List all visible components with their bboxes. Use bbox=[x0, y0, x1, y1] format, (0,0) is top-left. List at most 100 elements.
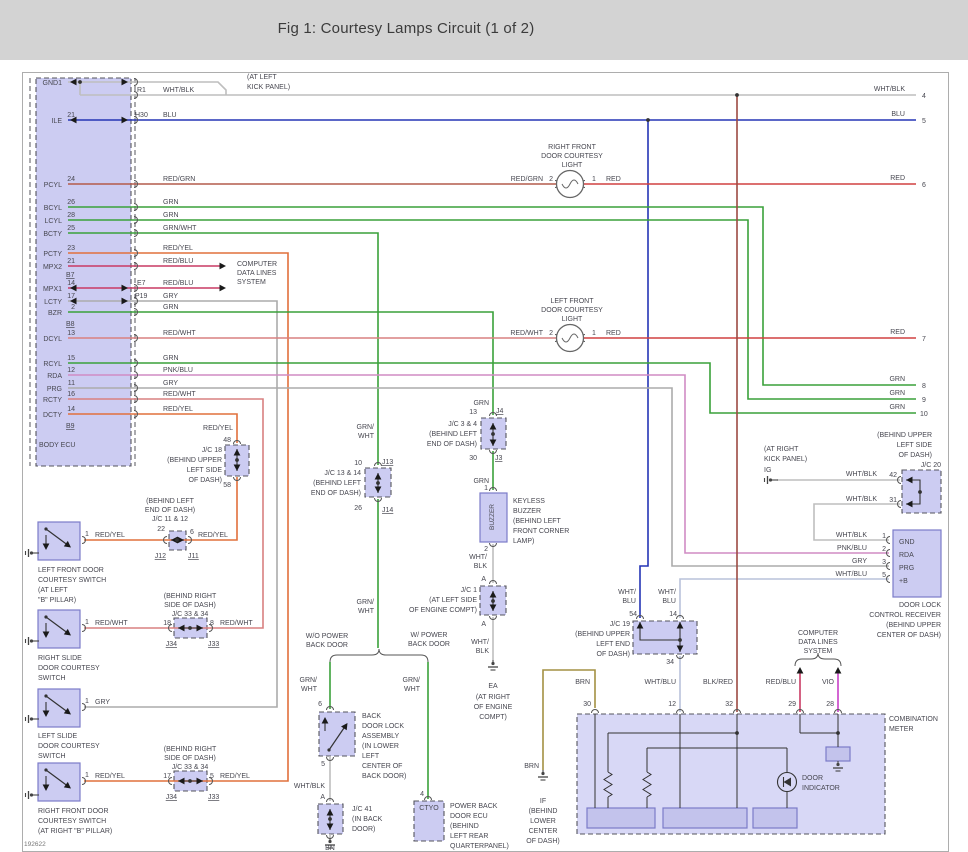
junction-dot bbox=[918, 490, 922, 494]
diagram-label: BLU bbox=[163, 112, 177, 119]
ground-meter-icon bbox=[836, 763, 839, 766]
ground-sw3-icon bbox=[30, 717, 33, 720]
diagram-label: FRONT CORNER bbox=[513, 528, 569, 535]
diagram-label: BCYL bbox=[44, 205, 62, 212]
diagram-label: DOOR LOCK bbox=[899, 602, 941, 609]
diagram-label: LCTY bbox=[44, 299, 62, 306]
diagram-label: 28 bbox=[67, 212, 75, 219]
diagram-label: "B" PILLAR) bbox=[38, 597, 76, 604]
diagram-label: CENTER OF bbox=[362, 763, 402, 770]
diagram-label: COMBINATION bbox=[889, 716, 938, 723]
diagram-label: RED/WHT bbox=[95, 620, 128, 627]
diagram-label: (BEHIND LEFT bbox=[429, 431, 478, 438]
diagram-label: 1 bbox=[882, 533, 886, 540]
diagram-label: J/C 13 & 14 bbox=[324, 470, 361, 477]
diagram-label: RIGHT SLIDE bbox=[38, 655, 82, 662]
ground-sw1-icon bbox=[30, 551, 33, 554]
diagram-label: WHT/BLK bbox=[874, 86, 905, 93]
diagram-label: DATA LINES bbox=[237, 270, 277, 277]
diagram-label: 5 bbox=[321, 761, 325, 768]
diagram-label: J14 bbox=[382, 507, 393, 514]
diagram-label: RED/YEL bbox=[95, 532, 125, 539]
screenshot-stage: Fig 1: Courtesy Lamps Circuit (1 of 2) G… bbox=[0, 0, 968, 852]
diagram-label: WHT/BLK bbox=[294, 783, 325, 790]
diagram-label: J/C 20 bbox=[921, 462, 941, 469]
diagram-label: GRY bbox=[95, 699, 110, 706]
diagram-label: GRY bbox=[163, 293, 178, 300]
diagram-label: 1 bbox=[85, 619, 89, 626]
diagram-label: P19 bbox=[135, 293, 148, 300]
diagram-label: 4 bbox=[420, 791, 424, 798]
diagram-label: (IN BACK bbox=[352, 816, 383, 823]
diagram-label: LEFT bbox=[362, 753, 380, 760]
diagram-label: LEFT FRONT bbox=[550, 298, 594, 305]
diagram-label: 14 bbox=[67, 406, 75, 413]
diagram-label: OF DASH) bbox=[526, 838, 559, 845]
diagram-label: 23 bbox=[67, 245, 75, 252]
diagram-label: 5 bbox=[922, 118, 926, 125]
diagram-label: 21 bbox=[67, 258, 75, 265]
meter-block-4-box bbox=[826, 747, 850, 761]
diagram-label: (IN LOWER bbox=[362, 743, 399, 750]
diagram-label: LEFT SIDE bbox=[897, 442, 933, 449]
diagram-label: DOOR COURTESY bbox=[541, 307, 603, 314]
diagram-label: OF DASH) bbox=[899, 452, 932, 459]
diagram-label: ASSEMBLY bbox=[362, 733, 400, 740]
diagram-label: COURTESY SWITCH bbox=[38, 818, 106, 825]
diagram-label: 32 bbox=[725, 701, 733, 708]
diagram-label: WHT/BLK bbox=[846, 471, 877, 478]
diagram-label: 14 bbox=[669, 611, 677, 618]
diagram-label: GRN bbox=[163, 355, 179, 362]
junction-dot bbox=[328, 817, 332, 821]
junction-dot bbox=[646, 118, 650, 122]
diagram-label: WHT/ bbox=[471, 639, 489, 646]
diagram-label: BUZZER bbox=[513, 508, 541, 515]
diagram-label: RED/BLU bbox=[163, 280, 193, 287]
diagram-label: POWER BACK bbox=[450, 803, 498, 810]
diagram-label: (AT LEFT bbox=[247, 74, 277, 81]
diagram-label: +B bbox=[899, 578, 908, 585]
diagram-label: 2 bbox=[549, 330, 553, 337]
ground-ig-icon bbox=[769, 478, 772, 481]
diagram-label: J4 bbox=[496, 408, 504, 415]
diagram-label: GRN bbox=[889, 390, 905, 397]
diagram-label: PCTY bbox=[43, 251, 62, 258]
diagram-label: DOOR COURTESY bbox=[38, 743, 100, 750]
diagram-label: GRN/ bbox=[403, 677, 421, 684]
diagram-label: 1 bbox=[85, 698, 89, 705]
diagram-label: (BEHIND bbox=[450, 823, 479, 830]
diagram-label: BACK DOOR) bbox=[362, 773, 406, 780]
diagram-label: GRN/ bbox=[357, 599, 375, 606]
diagram-label: (BEHIND LEFT bbox=[146, 498, 195, 505]
diagram-label: 30 bbox=[469, 455, 477, 462]
diagram-label: PRG bbox=[899, 565, 914, 572]
diagram-label: 18 bbox=[163, 620, 171, 627]
diagram-label: 14 bbox=[67, 280, 75, 287]
diagram-label: (BEHIND LEFT bbox=[313, 480, 362, 487]
diagram-label: OF ENGINE COMPT) bbox=[409, 607, 477, 614]
diagram-label: 1 bbox=[85, 531, 89, 538]
diagram-label: RDA bbox=[47, 373, 62, 380]
diagram-label: RED/YEL bbox=[163, 245, 193, 252]
diagram-label: 17 bbox=[67, 293, 75, 300]
diagram-label: (AT RIGHT bbox=[764, 446, 799, 453]
diagram-label: MPX2 bbox=[43, 264, 62, 271]
diagram-label: 42 bbox=[889, 472, 897, 479]
diagram-label: BLU bbox=[622, 598, 636, 605]
diagram-label: RED/BLU bbox=[766, 679, 796, 686]
diagram-label: RED/YEL bbox=[163, 406, 193, 413]
diagram-label: RDA bbox=[899, 552, 914, 559]
diagram-label: WHT/ bbox=[469, 554, 487, 561]
diagram-label: LIGHT bbox=[562, 162, 583, 169]
diagram-label: LEFT REAR bbox=[450, 833, 488, 840]
diagram-label: J/C 1 bbox=[461, 587, 477, 594]
ground-bn-icon bbox=[328, 840, 331, 843]
diagram-label: BLU bbox=[662, 598, 676, 605]
diagram-label: RED/GRN bbox=[511, 176, 543, 183]
diagram-label: DOOR) bbox=[352, 826, 375, 833]
diagram-label: BRN bbox=[575, 679, 590, 686]
diagram-label: 13 bbox=[67, 330, 75, 337]
diagram-label: RED/WHT bbox=[220, 620, 253, 627]
diagram-label: 22 bbox=[157, 526, 165, 533]
diagram-label: 2 bbox=[71, 304, 75, 311]
